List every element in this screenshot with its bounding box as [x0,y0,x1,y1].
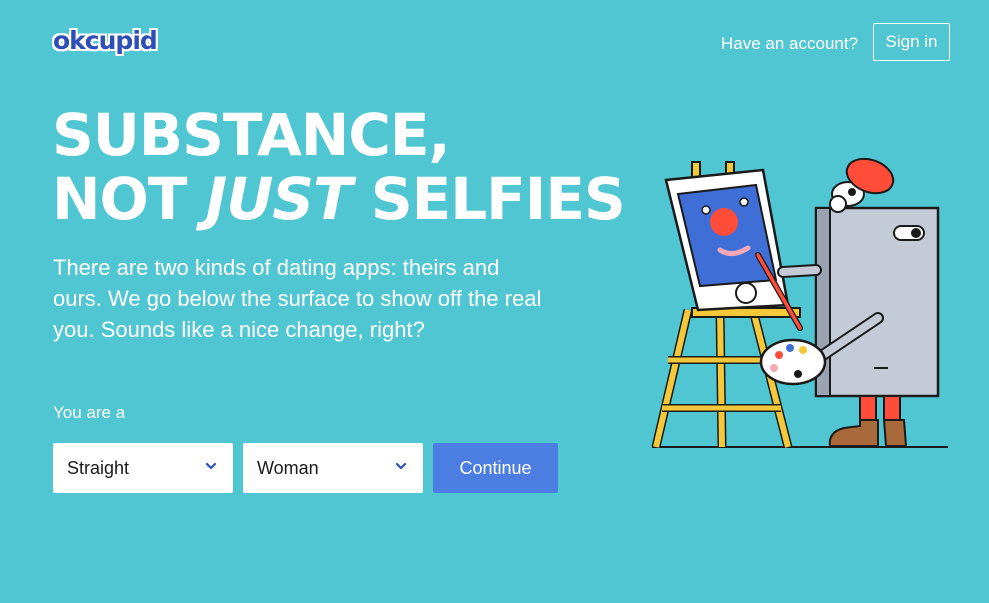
orientation-value: Straight [67,457,130,478]
headline-not: NOT [52,165,206,233]
chevron-down-icon [395,462,407,470]
gender-select[interactable]: Woman [243,443,423,493]
sign-in-button[interactable]: Sign in [873,23,950,61]
sign-in-label: Sign in [885,32,938,51]
okcupid-logo[interactable]: okcupid [53,26,158,55]
continue-label: Continue [459,457,532,478]
gender-value: Woman [257,457,319,478]
hero-headline: SUBSTANCE, NOT JUST SELFIES [52,101,626,233]
continue-button[interactable]: Continue [433,443,558,493]
headline-selfies: SELFIES [351,165,626,233]
headline-line-2: NOT JUST SELFIES [52,165,626,233]
orientation-select[interactable]: Straight [53,443,233,493]
hero-subtext: There are two kinds of dating apps: thei… [53,255,542,342]
headline-just: JUST [205,165,353,233]
painter-phone-easel-illustration [651,157,948,449]
you-are-label: You are a [53,403,126,422]
chevron-down-icon [205,462,217,470]
have-account-text: Have an account? [721,34,859,53]
headline-line-1: SUBSTANCE, [52,101,451,169]
